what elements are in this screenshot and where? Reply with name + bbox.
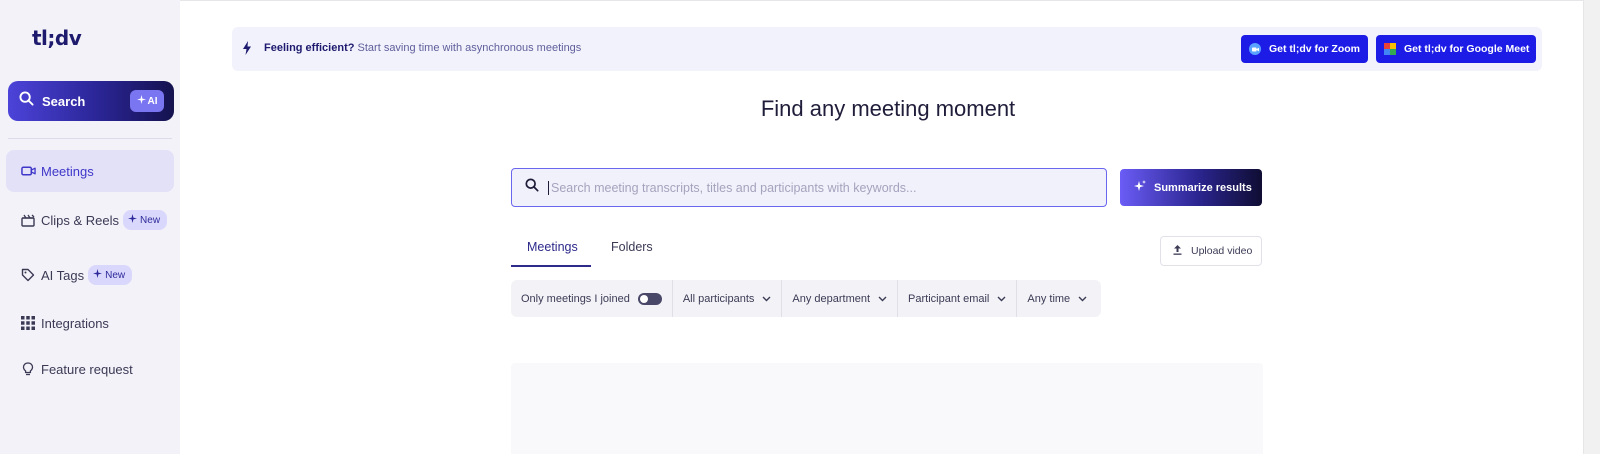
department-filter-label: Any department: [792, 292, 871, 305]
new-badge-label: New: [105, 269, 126, 281]
get-google-meet-label: Get tl;dv for Google Meet: [1404, 43, 1530, 55]
sidebar-item-meetings[interactable]: Meetings: [6, 150, 174, 192]
filter-bar: Only meetings I joined All participants …: [511, 280, 1101, 317]
active-tab-indicator: [511, 265, 591, 267]
participant-email-filter-label: Participant email: [908, 292, 990, 305]
department-filter[interactable]: Any department: [782, 280, 899, 317]
sidebar-search-label: Search: [42, 93, 86, 109]
clapperboard-icon: [20, 212, 36, 228]
time-filter[interactable]: Any time: [1017, 280, 1097, 317]
participant-email-filter[interactable]: Participant email: [898, 280, 1018, 317]
sidebar-item-label: AI Tags: [41, 267, 85, 283]
meeting-search-input[interactable]: [548, 180, 1068, 195]
only-meetings-joined-filter[interactable]: Only meetings I joined: [511, 280, 673, 317]
ai-badge-label: AI: [147, 95, 158, 107]
upload-video-label: Upload video: [1191, 245, 1253, 257]
sidebar-item-label: Feature request: [41, 361, 133, 377]
promo-banner: Feeling efficient? Start saving time wit…: [232, 27, 1542, 71]
sidebar: tl;dv Search AI Meetings Clips & Reels N…: [0, 0, 180, 454]
participants-filter[interactable]: All participants: [673, 280, 783, 317]
upload-icon: [1173, 244, 1182, 258]
chevron-down-icon: [762, 293, 771, 305]
get-google-meet-button[interactable]: Get tl;dv for Google Meet: [1376, 35, 1536, 63]
banner-bold-text: Feeling efficient?: [264, 42, 355, 54]
summarize-results-label: Summarize results: [1154, 181, 1252, 194]
upload-video-button[interactable]: Upload video: [1160, 236, 1262, 266]
chevron-down-icon: [878, 293, 887, 305]
app-root: tl;dv Search AI Meetings Clips & Reels N…: [0, 0, 1600, 454]
new-badge-label: New: [140, 214, 161, 226]
search-icon: [19, 91, 34, 111]
sidebar-search-button[interactable]: Search AI: [8, 81, 174, 121]
new-badge: New: [123, 210, 168, 230]
sparkle-icon: [136, 95, 146, 107]
chevron-down-icon: [997, 293, 1006, 305]
chevron-down-icon: [1078, 293, 1087, 305]
window-top-border: [0, 0, 1600, 1]
tag-icon: [20, 267, 36, 283]
grid-icon: [20, 315, 36, 331]
tab-folders[interactable]: Folders: [611, 240, 653, 254]
video-camera-icon: [20, 163, 36, 179]
banner-text: Feeling efficient? Start saving time wit…: [264, 42, 581, 54]
sidebar-item-label: Meetings: [41, 163, 94, 179]
summarize-results-button[interactable]: Summarize results: [1120, 169, 1262, 206]
sidebar-item-integrations[interactable]: Integrations: [6, 302, 174, 344]
sidebar-item-ai-tags[interactable]: AI Tags New: [6, 254, 174, 296]
results-panel: [511, 363, 1263, 454]
google-meet-icon: [1384, 43, 1396, 55]
sparkle-icon: [93, 269, 103, 281]
banner-message: Start saving time with asynchronous meet…: [357, 42, 582, 54]
only-meetings-joined-label: Only meetings I joined: [521, 292, 630, 305]
sparkle-icon: [128, 214, 138, 226]
search-icon: [525, 178, 539, 197]
page-scrollbar[interactable]: [1583, 0, 1600, 454]
sidebar-item-feature-request[interactable]: Feature request: [6, 348, 174, 390]
only-meetings-joined-toggle[interactable]: [637, 292, 662, 305]
sparkle-icon: [1134, 180, 1146, 195]
zoom-icon: [1249, 43, 1261, 55]
sidebar-item-label: Integrations: [41, 315, 109, 331]
lightbulb-icon: [20, 361, 36, 377]
sidebar-item-label: Clips & Reels: [41, 212, 120, 228]
sidebar-item-clips-reels[interactable]: Clips & Reels New: [6, 199, 174, 241]
get-zoom-button[interactable]: Get tl;dv for Zoom: [1241, 35, 1368, 63]
sidebar-divider: [8, 138, 172, 139]
participants-filter-label: All participants: [682, 292, 755, 305]
page-title: Find any meeting moment: [760, 96, 1016, 121]
app-logo[interactable]: tl;dv: [32, 26, 82, 50]
new-badge: New: [88, 265, 133, 285]
get-zoom-label: Get tl;dv for Zoom: [1269, 43, 1360, 55]
meeting-search-box[interactable]: [511, 168, 1107, 207]
tab-meetings[interactable]: Meetings: [527, 240, 578, 254]
lightning-icon: [242, 41, 252, 60]
time-filter-label: Any time: [1027, 292, 1071, 305]
ai-badge: AI: [130, 90, 164, 112]
